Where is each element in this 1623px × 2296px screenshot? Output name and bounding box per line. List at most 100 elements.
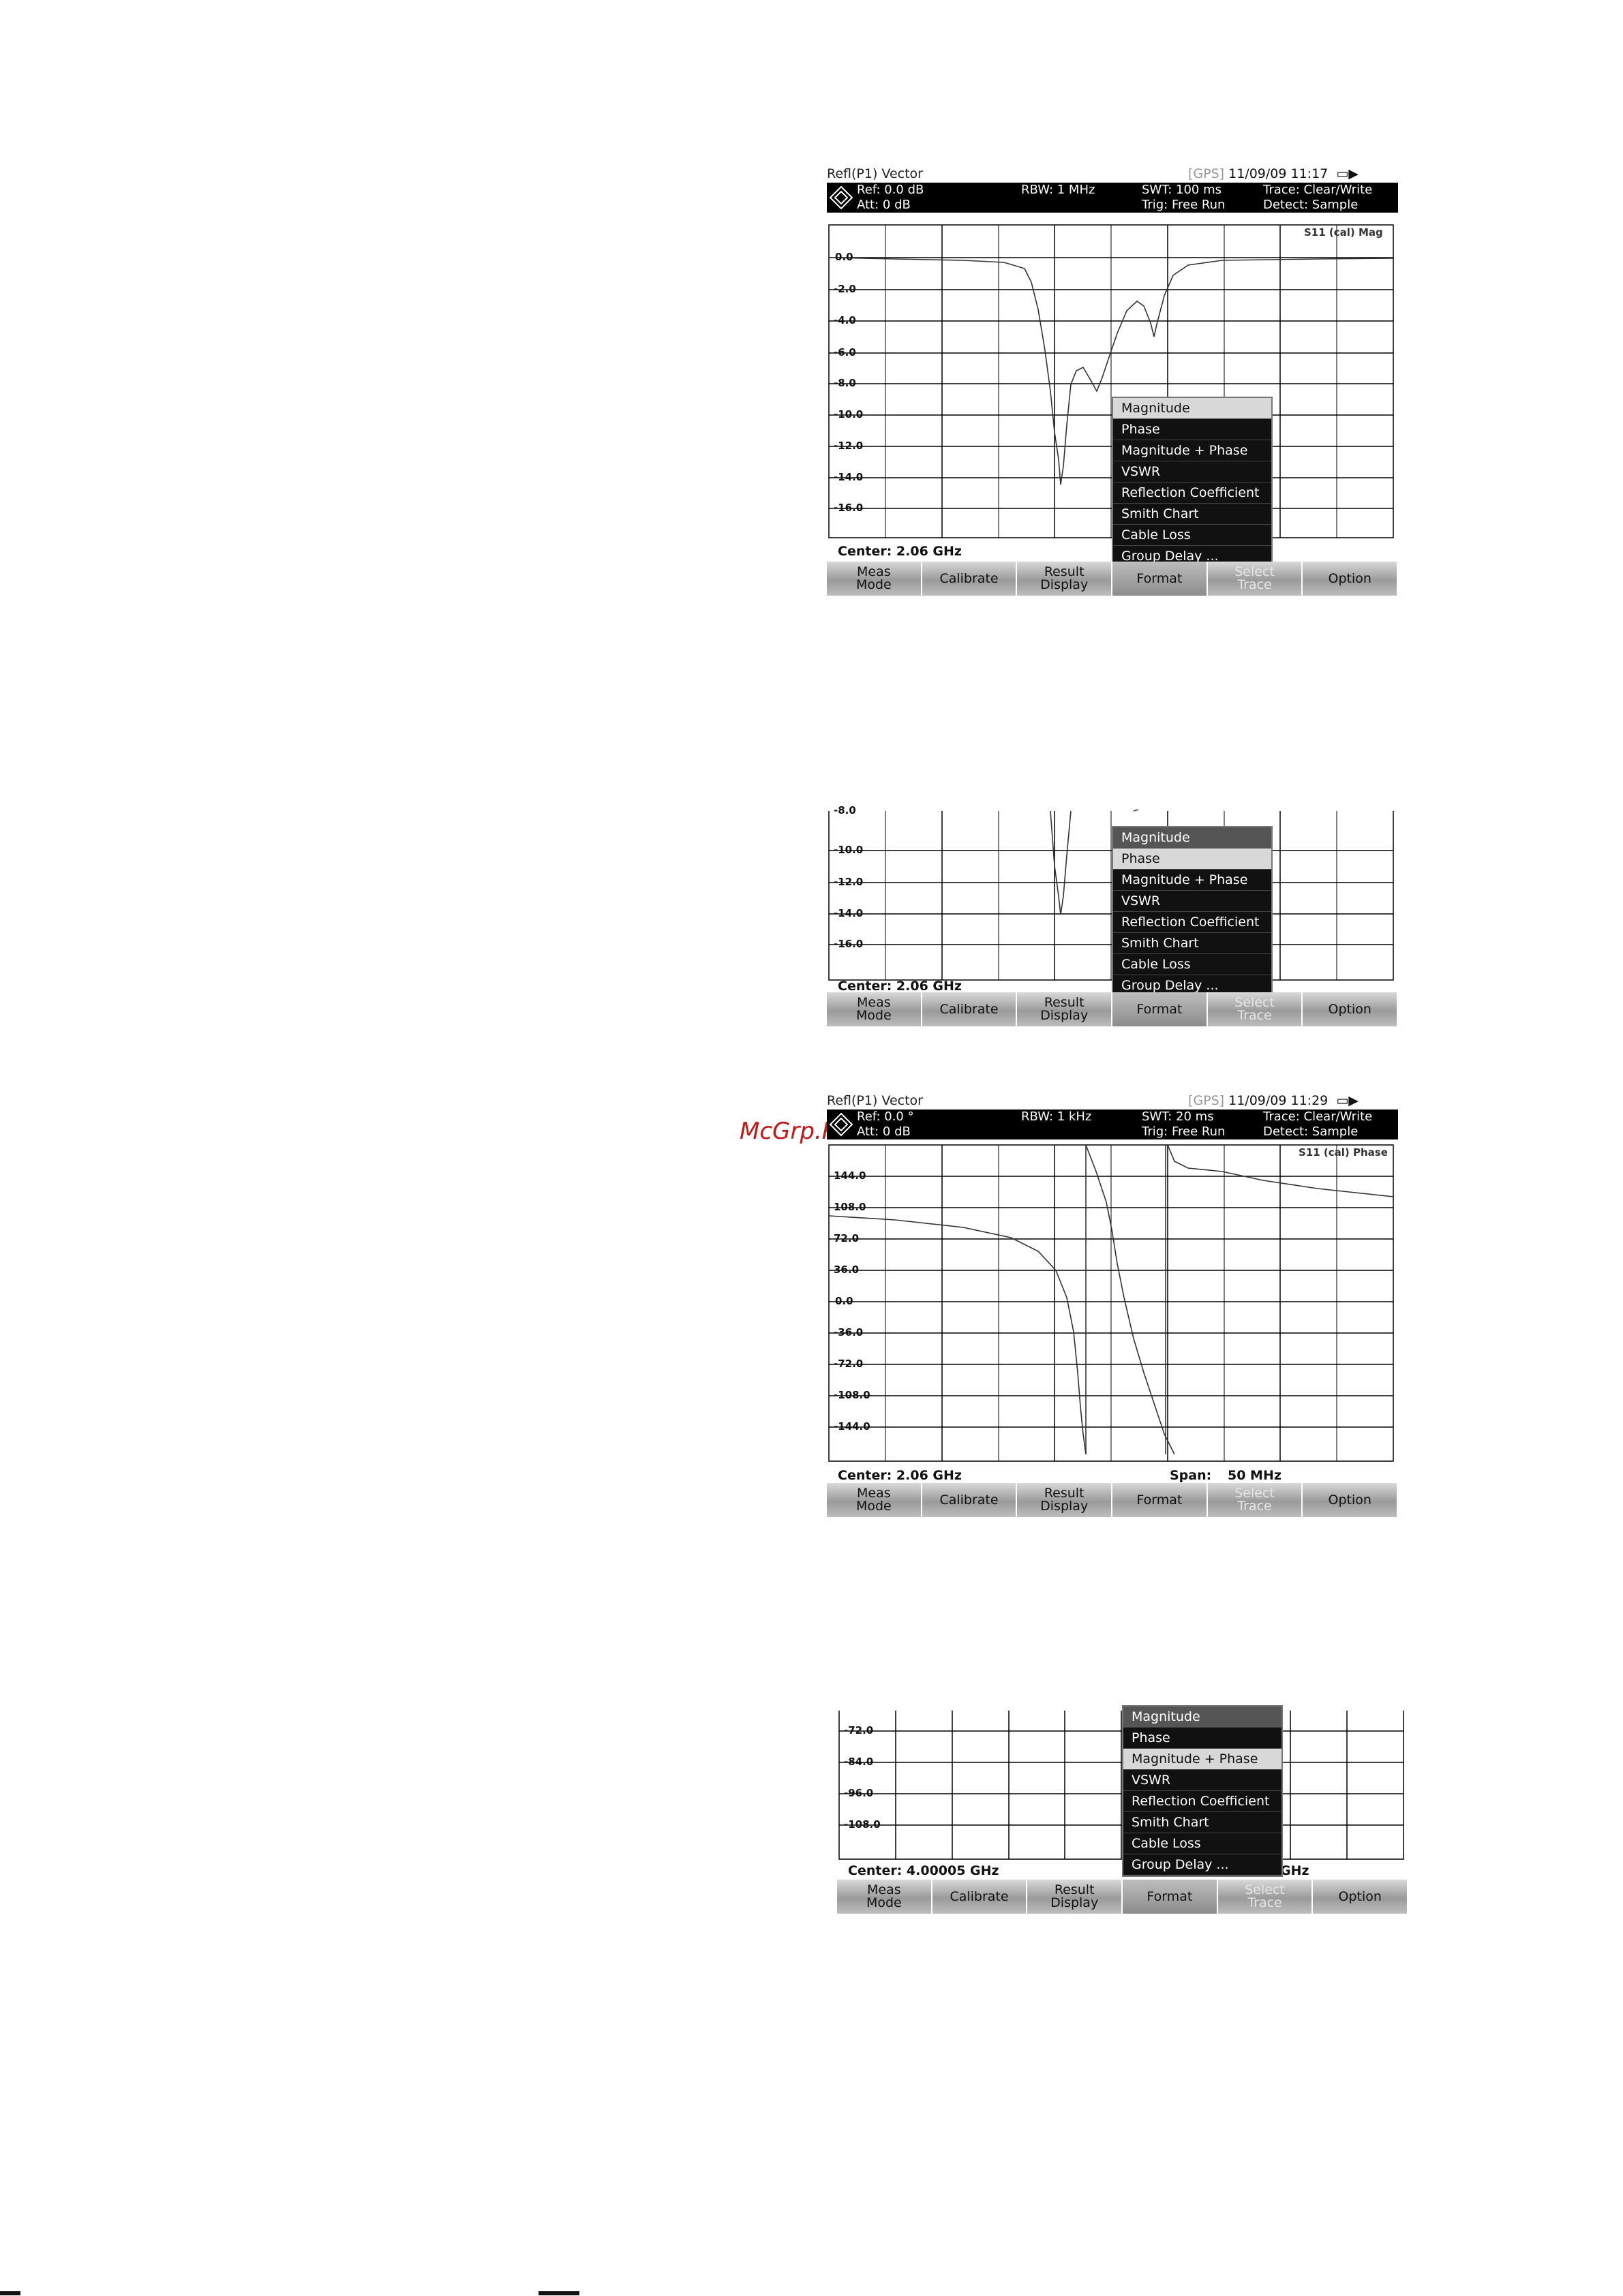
menu-item-reflection-coefficient[interactable]: Reflection Coefficient <box>1113 912 1271 933</box>
softkey-calibrate[interactable]: Calibrate <box>922 562 1018 596</box>
softkey-label: Trace <box>1247 1895 1282 1910</box>
footer-mark <box>0 2291 20 2295</box>
y-tick: -8.0 <box>834 804 856 816</box>
grid <box>838 1711 1404 1860</box>
menu-item-magnitude-phase[interactable]: Magnitude + Phase <box>1123 1749 1281 1770</box>
softkey-meas-mode[interactable]: Meas Mode <box>827 992 922 1026</box>
softkey-label: Option <box>1328 570 1371 586</box>
menu-item-vswr[interactable]: VSWR <box>1113 461 1271 483</box>
softkey-label: Option <box>1328 1492 1371 1507</box>
span-label: Span: <box>1170 1468 1212 1483</box>
softkey-calibrate[interactable]: Calibrate <box>932 1880 1028 1914</box>
y-tick: -12.0 <box>834 440 864 452</box>
softkey-label: Display <box>1040 1499 1089 1514</box>
menu-item-magnitude-phase[interactable]: Magnitude + Phase <box>1113 870 1271 891</box>
y-tick: -108.0 <box>844 1818 881 1831</box>
span-value: 50 MHz <box>1228 1468 1281 1483</box>
menu-item-cable-loss[interactable]: Cable Loss <box>1123 1833 1281 1854</box>
menu-item-cable-loss[interactable]: Cable Loss <box>1113 954 1271 975</box>
menu-item-phase[interactable]: Phase <box>1123 1728 1281 1749</box>
softkey-select-trace[interactable]: Select Trace <box>1207 1483 1303 1517</box>
softkey-label: Display <box>1050 1895 1099 1910</box>
y-tick: 0.0 <box>835 251 853 263</box>
menu-item-phase[interactable]: Phase <box>1113 848 1271 870</box>
y-tick: -72.0 <box>844 1724 874 1736</box>
y-tick: -4.0 <box>834 314 856 326</box>
softkey-format[interactable]: Format <box>1112 562 1208 596</box>
menu-item-reflection-coefficient[interactable]: Reflection Coefficient <box>1113 483 1271 504</box>
menu-item-magnitude-phase[interactable]: Magnitude + Phase <box>1113 440 1271 461</box>
menu-item-vswr[interactable]: VSWR <box>1113 891 1271 912</box>
softkey-meas-mode[interactable]: Meas Mode <box>827 562 922 596</box>
y-tick: -16.0 <box>834 502 864 514</box>
y-tick: 108.0 <box>834 1201 866 1213</box>
softkey-meas-mode[interactable]: Meas Mode <box>837 1880 932 1914</box>
grid <box>828 1144 1394 1462</box>
menu-item-magnitude[interactable]: Magnitude <box>1113 398 1271 419</box>
softkey-label: Mode <box>866 1895 902 1910</box>
center-frequency: Center: 2.06 GHz <box>838 979 962 994</box>
y-tick: -2.0 <box>834 283 856 295</box>
softkey-calibrate[interactable]: Calibrate <box>922 1483 1018 1517</box>
softkey-label: Format <box>1136 570 1183 586</box>
trace-label: S11 (cal) Mag <box>1304 226 1383 239</box>
softkey-label: Trace <box>1237 577 1272 592</box>
menu-item-vswr[interactable]: VSWR <box>1123 1770 1281 1791</box>
softkey-select-trace[interactable]: Select Trace <box>1217 1880 1314 1914</box>
softkey-label: Trace <box>1237 1008 1272 1023</box>
trace-label: S11 (cal) Phase <box>1299 1146 1388 1159</box>
softkey-result-display[interactable]: Result Display <box>1017 1483 1113 1517</box>
menu-item-magnitude[interactable]: Magnitude <box>1123 1706 1281 1728</box>
softkey-calibrate[interactable]: Calibrate <box>922 992 1018 1026</box>
softkey-option[interactable]: Option <box>1313 1880 1409 1914</box>
screen-magnitude-phase-menu: -72.0 -84.0 -96.0 -108.0 Center: 4.00005… <box>837 1705 1409 1915</box>
y-tick: -14.0 <box>834 907 864 919</box>
softkey-label: Format <box>1136 1492 1183 1507</box>
y-tick: 36.0 <box>834 1264 860 1276</box>
softkey-format[interactable]: Format <box>1112 992 1208 1026</box>
softkey-label: Calibrate <box>939 570 999 586</box>
softkey-option[interactable]: Option <box>1303 1483 1399 1517</box>
softkey-bar: Meas Mode Calibrate Result Display Format … <box>827 562 1399 596</box>
center-frequency: Center: 2.06 GHz <box>838 544 962 559</box>
softkey-option[interactable]: Option <box>1303 562 1399 596</box>
softkey-result-display[interactable]: Result Display <box>1027 1880 1123 1914</box>
center-frequency: Center: 4.00005 GHz <box>848 1863 999 1878</box>
softkey-bar: Meas Mode Calibrate Result Display Format … <box>827 992 1399 1026</box>
format-menu: Magnitude Phase Magnitude + Phase VSWR R… <box>1112 826 1273 998</box>
softkey-format[interactable]: Format <box>1112 1483 1208 1517</box>
softkey-select-trace[interactable]: Select Trace <box>1207 562 1303 596</box>
menu-item-smith-chart[interactable]: Smith Chart <box>1113 504 1271 525</box>
format-menu: Magnitude Phase Magnitude + Phase VSWR R… <box>1122 1705 1283 1877</box>
softkey-result-display[interactable]: Result Display <box>1017 562 1113 596</box>
y-tick: -14.0 <box>834 471 864 483</box>
softkey-label: Display <box>1040 577 1089 592</box>
footer-mark <box>539 2291 579 2295</box>
softkey-format[interactable]: Format <box>1123 1880 1218 1914</box>
softkey-bar: Meas Mode Calibrate Result Display Format … <box>827 1483 1399 1517</box>
softkey-label: Mode <box>855 1499 892 1514</box>
menu-item-smith-chart[interactable]: Smith Chart <box>1113 933 1271 954</box>
menu-item-smith-chart[interactable]: Smith Chart <box>1123 1812 1281 1833</box>
screen-phase-menu: -8.0 -10.0 -12.0 -14.0 -16.0 Center: 2.0… <box>827 804 1399 1028</box>
menu-item-group-delay[interactable]: Group Delay ... <box>1123 1854 1281 1876</box>
y-tick: -84.0 <box>844 1756 874 1768</box>
softkey-option[interactable]: Option <box>1303 992 1399 1026</box>
menu-item-reflection-coefficient[interactable]: Reflection Coefficient <box>1123 1791 1281 1812</box>
softkey-label: Option <box>1338 1888 1382 1904</box>
menu-item-magnitude[interactable]: Magnitude <box>1113 827 1271 848</box>
y-tick: -10.0 <box>834 844 864 856</box>
menu-item-cable-loss[interactable]: Cable Loss <box>1113 525 1271 546</box>
y-tick: -12.0 <box>834 876 864 888</box>
softkey-label: Mode <box>855 577 892 592</box>
y-tick: 0.0 <box>835 1295 853 1307</box>
y-tick: -6.0 <box>834 346 856 358</box>
menu-item-phase[interactable]: Phase <box>1113 419 1271 440</box>
y-tick: 72.0 <box>834 1232 860 1244</box>
y-tick: -16.0 <box>834 938 864 950</box>
softkey-label: Calibrate <box>939 1001 999 1017</box>
softkey-result-display[interactable]: Result Display <box>1017 992 1113 1026</box>
softkey-meas-mode[interactable]: Meas Mode <box>827 1483 922 1517</box>
y-tick: 144.0 <box>834 1169 866 1182</box>
softkey-select-trace[interactable]: Select Trace <box>1207 992 1303 1026</box>
